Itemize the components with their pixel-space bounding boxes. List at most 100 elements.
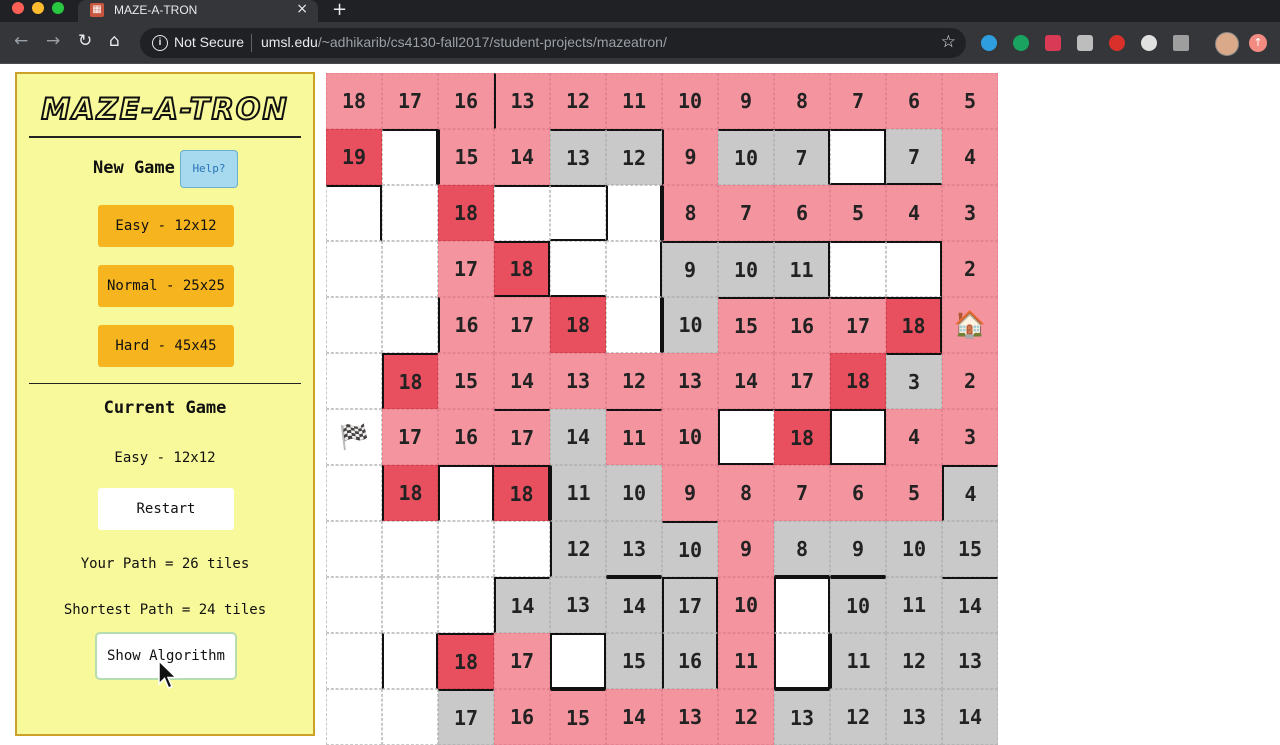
maze-tile[interactable] (382, 633, 438, 689)
maze-tile[interactable]: 14 (942, 689, 998, 745)
maze-tile[interactable] (326, 633, 382, 689)
maze-tile[interactable]: 18 (550, 297, 606, 353)
maze-tile[interactable]: 15 (718, 297, 774, 353)
maze-tile[interactable]: 7 (718, 185, 774, 241)
maze-tile[interactable] (606, 241, 662, 297)
maze-tile[interactable]: 5 (942, 73, 998, 129)
maze-tile[interactable] (438, 521, 494, 577)
maze-tile[interactable]: 10 (662, 73, 718, 129)
maze-tile[interactable]: 14 (494, 577, 550, 633)
maze-tile[interactable]: 5 (886, 465, 942, 521)
maze-tile[interactable]: 17 (438, 241, 494, 297)
maze-tile[interactable]: 13 (662, 689, 718, 745)
maze-tile[interactable]: 15 (606, 633, 662, 689)
maze-tile[interactable]: 7 (886, 129, 942, 185)
forward-arrow-icon[interactable]: → (46, 31, 60, 51)
maze-tile[interactable]: 13 (886, 689, 942, 745)
maze-tile[interactable]: 4 (942, 129, 998, 185)
maze-tile[interactable] (326, 353, 382, 409)
maze-tile[interactable] (774, 577, 830, 633)
maze-tile[interactable]: 14 (606, 577, 662, 633)
maze-tile[interactable]: 17 (830, 297, 886, 353)
maze-tile[interactable]: 16 (438, 409, 494, 465)
hard-button[interactable]: Hard - 45x45 (98, 325, 234, 367)
maze-tile[interactable]: 17 (494, 297, 550, 353)
maze-tile[interactable]: 14 (494, 353, 550, 409)
maze-tile[interactable]: 11 (550, 465, 606, 521)
maze-tile[interactable] (494, 185, 550, 241)
maze-tile[interactable]: 10 (718, 241, 774, 297)
maze-tile[interactable]: 2 (942, 241, 998, 297)
maze-tile[interactable]: 17 (382, 409, 438, 465)
maze-tile[interactable] (326, 577, 382, 633)
home-icon[interactable]: ⌂ (109, 31, 120, 51)
maximize-window-button[interactable] (52, 2, 64, 14)
maze-tile[interactable]: 4 (886, 185, 942, 241)
maze-tile[interactable]: 8 (774, 73, 830, 129)
maze-tile[interactable] (550, 633, 606, 689)
maze-tile[interactable] (606, 185, 662, 241)
maze-tile[interactable]: 16 (774, 297, 830, 353)
maze-tile[interactable]: 16 (662, 633, 718, 689)
maze-tile[interactable] (494, 521, 550, 577)
maze-tile[interactable]: 11 (774, 241, 830, 297)
maze-tile[interactable]: 3 (886, 353, 942, 409)
maze-tile[interactable] (774, 633, 830, 689)
maze-tile[interactable] (438, 577, 494, 633)
maze-tile[interactable]: 13 (550, 353, 606, 409)
url-text[interactable]: umsl.edu/~adhikarib/cs4130-fall2017/stud… (261, 34, 667, 50)
maze-tile[interactable] (382, 577, 438, 633)
maze-tile[interactable]: 10 (830, 577, 886, 633)
maze-tile[interactable] (382, 185, 438, 241)
maze-tile[interactable]: 14 (942, 577, 998, 633)
maze-tile[interactable]: 17 (774, 353, 830, 409)
maze-tile[interactable]: 8 (662, 185, 718, 241)
extension-adblock-icon[interactable] (1109, 35, 1125, 51)
maze-tile[interactable]: 4 (886, 409, 942, 465)
maze-tile[interactable] (326, 689, 382, 745)
maze-tile[interactable]: 18 (886, 297, 942, 353)
maze-tile[interactable]: 9 (830, 521, 886, 577)
maze-tile[interactable]: 13 (494, 73, 550, 129)
maze-tile[interactable]: 17 (494, 633, 550, 689)
normal-button[interactable]: Normal - 25x25 (98, 265, 234, 307)
maze-tile[interactable]: 15 (438, 353, 494, 409)
maze-tile[interactable]: 13 (550, 577, 606, 633)
maze-tile[interactable]: 14 (494, 129, 550, 185)
maze-tile[interactable]: 19 (326, 129, 382, 185)
maze-tile[interactable]: 13 (942, 633, 998, 689)
maze-tile[interactable]: 10 (718, 129, 774, 185)
maze-tile[interactable]: 18 (438, 185, 494, 241)
maze-tile[interactable]: 18 (326, 73, 382, 129)
maze-tile[interactable]: 9 (662, 241, 718, 297)
maze-tile[interactable] (326, 297, 382, 353)
maze-tile[interactable]: 2 (942, 353, 998, 409)
update-menu-icon[interactable]: ↑ (1249, 34, 1267, 52)
maze-tile[interactable] (886, 241, 942, 297)
maze-tile[interactable]: 15 (438, 129, 494, 185)
maze-tile[interactable] (606, 297, 662, 353)
start-flag-icon[interactable]: 🏁 (326, 409, 382, 465)
maze-tile[interactable] (326, 185, 382, 241)
maze-tile[interactable]: 10 (718, 577, 774, 633)
maze-tile[interactable] (382, 129, 438, 185)
maze-tile[interactable]: 12 (830, 689, 886, 745)
profile-avatar[interactable] (1215, 32, 1239, 56)
extension-drive-icon[interactable] (1173, 35, 1189, 51)
maze-tile[interactable]: 7 (774, 129, 830, 185)
maze-tile[interactable]: 14 (550, 409, 606, 465)
maze-tile[interactable]: 8 (718, 465, 774, 521)
maze-tile[interactable]: 16 (494, 689, 550, 745)
maze-tile[interactable]: 6 (774, 185, 830, 241)
maze-tile[interactable]: 9 (662, 129, 718, 185)
maze-tile[interactable] (718, 409, 774, 465)
maze-tile[interactable]: 6 (830, 465, 886, 521)
maze-tile[interactable]: 7 (830, 73, 886, 129)
extension-edge-icon[interactable] (981, 35, 997, 51)
maze-tile[interactable] (830, 409, 886, 465)
maze-tile[interactable]: 9 (662, 465, 718, 521)
maze-tile[interactable]: 17 (494, 409, 550, 465)
maze-tile[interactable]: 12 (886, 633, 942, 689)
maze-tile[interactable]: 10 (662, 521, 718, 577)
minimize-window-button[interactable] (32, 2, 44, 14)
